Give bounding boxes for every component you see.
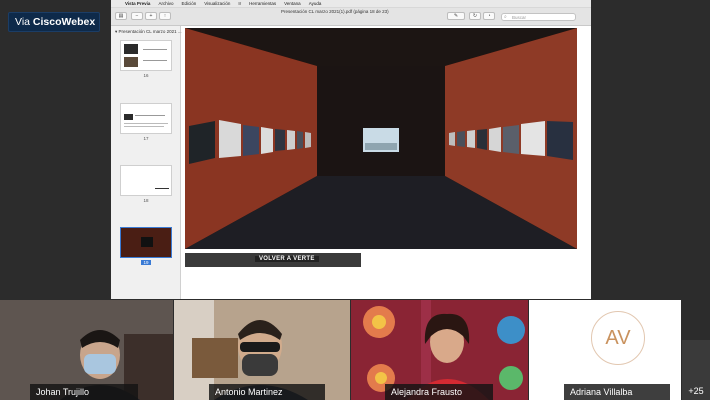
thumb-text-line [124, 123, 168, 124]
artwork-panel [219, 120, 241, 158]
mac-menubar: Vista Previa Archivo Edición Visualizaci… [111, 0, 591, 8]
menu-edicion[interactable]: Edición [181, 1, 196, 6]
zoom-out-icon[interactable]: − [131, 12, 143, 20]
overflow-count: +25 [688, 386, 704, 396]
thumbnail-page-18[interactable] [120, 165, 172, 196]
artwork-panel [261, 127, 273, 154]
participant-name: Adriana Villalba [564, 384, 670, 400]
textile-flower-center [375, 372, 387, 384]
annotate-icon[interactable]: ◔ [483, 12, 495, 20]
thumbnail-page-19-selected[interactable] [120, 227, 172, 258]
thumb-image [124, 44, 138, 54]
participant-tile[interactable]: Johan Trujillo [0, 300, 173, 400]
badge-brand: Cisco [32, 16, 62, 28]
preview-toolbar: ▤ − + ↑ Presentación CL marzo 2021(1).pd… [111, 8, 591, 26]
artwork-panel [449, 132, 455, 146]
artwork-frame [189, 121, 215, 164]
thumbnail-number: 17 [143, 136, 149, 141]
background-furniture [192, 338, 238, 378]
artwork-panel [521, 121, 545, 156]
artwork-frame [297, 131, 303, 149]
webex-meeting-window: Via Cisco Webex Vista Previa Archivo Edic… [0, 0, 710, 400]
artwork-panel [467, 130, 475, 148]
thumb-text-line [143, 60, 167, 61]
thumb-text-line [143, 49, 167, 50]
search-field[interactable]: ⌕ Buscar [501, 13, 576, 21]
sidebar-title[interactable]: ▾ Presentación CL marzo 2021 ... [111, 26, 182, 35]
more-participants-button[interactable]: +25 [682, 340, 710, 400]
artwork-panel [287, 130, 295, 150]
artwork-frame [457, 131, 465, 147]
thumbnail-number-selected: 19 [111, 260, 181, 265]
participant-name: Johan Trujillo [30, 384, 138, 400]
participant-tile[interactable]: Antonio Martinez [174, 300, 350, 400]
participant-name: Alejandra Frausto [385, 384, 493, 400]
badge-prefix: Via [15, 16, 30, 28]
artwork-panel [305, 132, 311, 148]
menu-archivo[interactable]: Archivo [158, 1, 173, 6]
menu-ayuda[interactable]: Ayuda [309, 1, 322, 6]
participant-tile[interactable]: AV Adriana Villalba [529, 300, 681, 400]
thumbnail-page-16[interactable] [120, 40, 172, 71]
thumbnail-page-17[interactable] [120, 103, 172, 134]
artwork-frame [503, 125, 519, 154]
menu-ir[interactable]: Ir [238, 1, 241, 6]
textile-flower [497, 316, 525, 344]
shared-screen: Vista Previa Archivo Edición Visualizaci… [111, 0, 591, 299]
thumbnail-sidebar: ▾ Presentación CL marzo 2021 ... 16 17 1… [111, 26, 182, 299]
slide-image [185, 28, 577, 249]
face-mask [242, 354, 278, 376]
menu-ventana[interactable]: Ventana [284, 1, 301, 6]
artwork-frame [547, 121, 573, 160]
face-mask [84, 354, 116, 374]
thumbnail-number: 16 [143, 73, 149, 78]
markup-icon[interactable]: ✎ [447, 12, 465, 20]
badge-product: Webex [61, 16, 96, 28]
document-title: Presentación CL marzo 2021(1).pdf (págin… [281, 9, 389, 14]
artwork-frame [275, 129, 285, 151]
artwork-frame [477, 129, 487, 150]
thumb-image [124, 57, 138, 67]
slide-caption: VOLVER A VERTE [255, 256, 319, 262]
thumb-image [141, 237, 153, 247]
textile-flower [499, 366, 523, 390]
share-icon[interactable]: ↑ [159, 12, 171, 20]
sidebar-title-label: Presentación CL marzo 2021 ... [118, 29, 182, 34]
avatar: AV [591, 311, 645, 365]
sidebar-toggle-icon[interactable]: ▤ [115, 12, 127, 20]
menu-visualizacion[interactable]: Visualización [204, 1, 230, 6]
participant-tile[interactable]: Alejandra Frausto [351, 300, 528, 400]
eyeglasses [240, 342, 280, 352]
thumb-text-line [124, 126, 164, 127]
artwork-panel [489, 127, 501, 152]
zoom-in-icon[interactable]: + [145, 12, 157, 20]
thumb-text-line [155, 188, 169, 189]
search-icon: ⌕ [504, 14, 507, 20]
back-wall [317, 66, 445, 176]
thumbnail-number: 18 [143, 198, 149, 203]
rotate-icon[interactable]: ↻ [469, 12, 481, 20]
thumb-image [124, 114, 133, 120]
menu-herramientas[interactable]: Herramientas [249, 1, 276, 6]
search-placeholder: Buscar [512, 15, 527, 20]
webex-badge: Via Cisco Webex [8, 12, 100, 32]
menu-app[interactable]: Vista Previa [125, 1, 150, 6]
thumb-text-line [135, 115, 165, 116]
thumbnail-selected-page: 19 [141, 260, 151, 265]
textile-flower-center [372, 315, 386, 329]
slide-caption-strip: VOLVER A VERTE [185, 253, 361, 267]
participant-name: Antonio Martinez [209, 384, 325, 400]
artwork-frame [243, 125, 259, 156]
gallery-corridor-photo [185, 28, 577, 249]
projection-image [365, 143, 397, 150]
